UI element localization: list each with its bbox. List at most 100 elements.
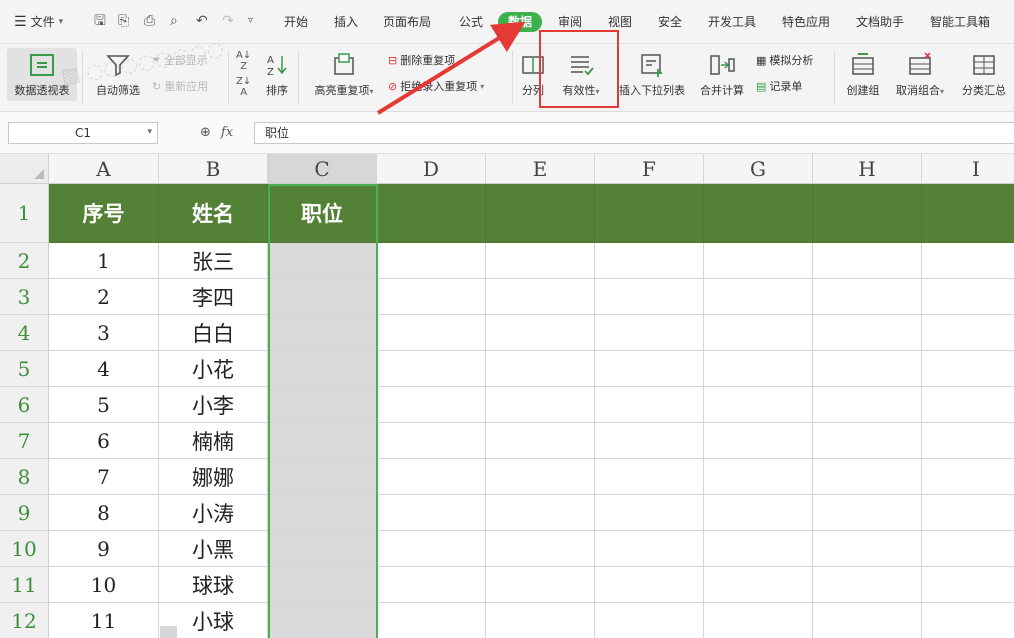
- cell[interactable]: [595, 315, 704, 351]
- name-cell[interactable]: 小黑: [159, 531, 268, 567]
- cell[interactable]: [704, 243, 813, 279]
- cell[interactable]: [377, 279, 486, 315]
- reapply-button[interactable]: ↻ 重新应用: [152, 78, 208, 94]
- row-header-10[interactable]: 10: [0, 531, 49, 567]
- name-cell[interactable]: 小涛: [159, 495, 268, 531]
- tab-doc-assistant[interactable]: 文档助手: [856, 14, 904, 30]
- cell[interactable]: [813, 351, 922, 387]
- serial-number-cell[interactable]: 1: [49, 243, 159, 279]
- row-header-8[interactable]: 8: [0, 459, 49, 495]
- export-icon[interactable]: ⎘: [118, 12, 129, 30]
- serial-number-cell[interactable]: 5: [49, 387, 159, 423]
- name-box[interactable]: C1 ▾: [8, 122, 158, 144]
- tab-review[interactable]: 审阅: [558, 14, 582, 30]
- customize-icon[interactable]: ▿: [248, 12, 253, 30]
- create-group-button[interactable]: 创建组: [842, 52, 884, 98]
- reject-duplicates-button[interactable]: ⊘ 拒绝录入重复项 ▾: [388, 78, 484, 94]
- serial-number-cell[interactable]: 8: [49, 495, 159, 531]
- insert-dropdown-list-button[interactable]: 插入下拉列表: [614, 52, 690, 98]
- tab-formula[interactable]: 公式: [459, 14, 483, 30]
- name-cell[interactable]: 张三: [159, 243, 268, 279]
- cell[interactable]: [704, 567, 813, 603]
- row-header-11[interactable]: 11: [0, 567, 49, 603]
- cell[interactable]: [595, 567, 704, 603]
- cell[interactable]: [486, 495, 595, 531]
- cell[interactable]: [377, 459, 486, 495]
- cell[interactable]: [704, 459, 813, 495]
- cell[interactable]: [377, 315, 486, 351]
- position-cell[interactable]: [268, 243, 377, 279]
- tab-page-layout[interactable]: 页面布局: [383, 14, 431, 30]
- cell[interactable]: [922, 315, 1014, 351]
- autofill-handle[interactable]: [160, 626, 177, 638]
- cell[interactable]: [922, 279, 1014, 315]
- cell[interactable]: [813, 387, 922, 423]
- name-cell[interactable]: 球球: [159, 567, 268, 603]
- cell[interactable]: [704, 423, 813, 459]
- row-header-6[interactable]: 6: [0, 387, 49, 423]
- position-cell[interactable]: [268, 459, 377, 495]
- cell[interactable]: [595, 387, 704, 423]
- cell[interactable]: [595, 459, 704, 495]
- column-header-d[interactable]: D: [377, 154, 486, 184]
- cell[interactable]: [922, 495, 1014, 531]
- cell[interactable]: [704, 351, 813, 387]
- cell[interactable]: [813, 603, 922, 638]
- cell[interactable]: [377, 387, 486, 423]
- tab-data[interactable]: 数据: [498, 12, 543, 32]
- cell[interactable]: [486, 351, 595, 387]
- cell[interactable]: [704, 531, 813, 567]
- cell[interactable]: [922, 603, 1014, 638]
- cell[interactable]: [813, 495, 922, 531]
- column-header-h[interactable]: H: [813, 154, 922, 184]
- cell[interactable]: [377, 423, 486, 459]
- cell[interactable]: [486, 603, 595, 638]
- cell[interactable]: [595, 423, 704, 459]
- cell[interactable]: [377, 495, 486, 531]
- cell[interactable]: [377, 567, 486, 603]
- print-icon[interactable]: ⎙: [144, 12, 155, 30]
- cell[interactable]: [486, 387, 595, 423]
- cell[interactable]: [486, 423, 595, 459]
- column-header-e[interactable]: E: [486, 154, 595, 184]
- position-cell[interactable]: [268, 387, 377, 423]
- row-header-9[interactable]: 9: [0, 495, 49, 531]
- row-header-3[interactable]: 3: [0, 279, 49, 315]
- cell[interactable]: [704, 495, 813, 531]
- cell[interactable]: [813, 459, 922, 495]
- cell[interactable]: [813, 531, 922, 567]
- cell[interactable]: [595, 603, 704, 638]
- cell[interactable]: [813, 279, 922, 315]
- name-cell[interactable]: 娜娜: [159, 459, 268, 495]
- cell[interactable]: [595, 351, 704, 387]
- pivot-table-button[interactable]: 数据透视表: [7, 48, 77, 101]
- tab-developer[interactable]: 开发工具: [708, 14, 756, 30]
- cell[interactable]: [813, 567, 922, 603]
- cell[interactable]: [595, 279, 704, 315]
- serial-number-cell[interactable]: 7: [49, 459, 159, 495]
- cell[interactable]: [922, 531, 1014, 567]
- highlight-duplicates-button[interactable]: 高亮重复项▾: [308, 52, 380, 98]
- chevron-down-icon[interactable]: ▾: [147, 127, 152, 137]
- cell[interactable]: [377, 184, 486, 243]
- cell[interactable]: [595, 495, 704, 531]
- redo-icon[interactable]: ↷: [222, 12, 234, 30]
- position-cell[interactable]: [268, 531, 377, 567]
- column-header-a[interactable]: A: [49, 154, 159, 184]
- cell[interactable]: [922, 423, 1014, 459]
- zoom-icon[interactable]: ⊕: [200, 125, 211, 140]
- cell[interactable]: [704, 387, 813, 423]
- remove-duplicates-button[interactable]: ⊟ 删除重复项: [388, 52, 455, 68]
- name-cell[interactable]: 李四: [159, 279, 268, 315]
- tab-start[interactable]: 开始: [284, 14, 308, 30]
- tab-insert[interactable]: 插入: [334, 14, 358, 30]
- cell[interactable]: [486, 279, 595, 315]
- tab-security[interactable]: 安全: [658, 14, 682, 30]
- cell[interactable]: [813, 315, 922, 351]
- serial-number-cell[interactable]: 11: [49, 603, 159, 638]
- cell[interactable]: [595, 184, 704, 243]
- cell[interactable]: [813, 243, 922, 279]
- name-cell[interactable]: 白白: [159, 315, 268, 351]
- column-header-g[interactable]: G: [704, 154, 813, 184]
- print-preview-icon[interactable]: ⌕: [170, 12, 178, 30]
